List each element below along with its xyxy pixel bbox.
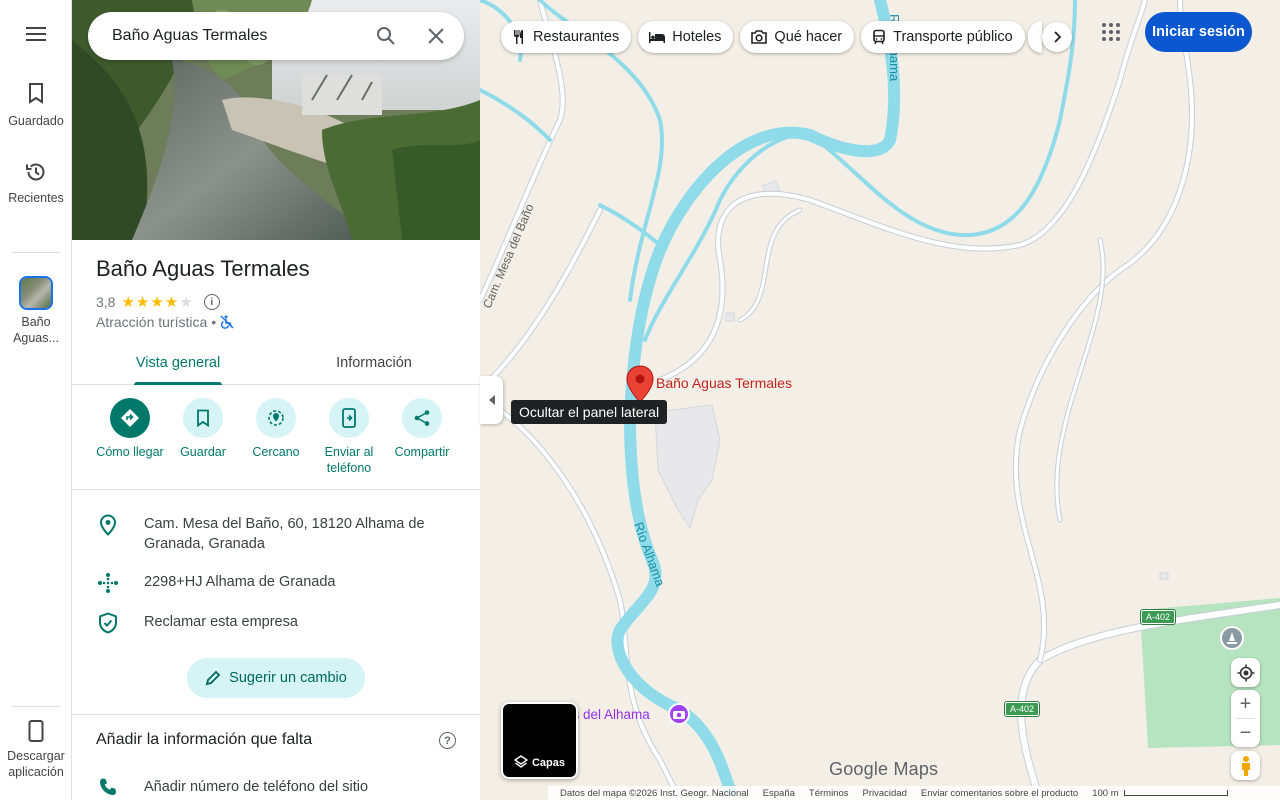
chip-restaurants[interactable]: Restaurantes	[501, 21, 632, 53]
plus-code-row[interactable]: 2298+HJ Alhama de Granada	[72, 572, 480, 594]
nearby-button[interactable]: Cercano	[236, 398, 316, 460]
sign-in-button[interactable]: Iniciar sesión	[1145, 12, 1252, 52]
add-phone-text: Añadir número de teléfono del sitio	[144, 779, 369, 795]
terms-link[interactable]: Términos	[809, 788, 849, 799]
tooltip: Ocultar el panel lateral	[511, 400, 668, 424]
accessibility-off-icon	[220, 315, 234, 329]
tab-overview[interactable]: Vista general	[100, 340, 256, 385]
phone-call-icon	[100, 778, 116, 795]
share-icon	[414, 410, 430, 426]
tab-info[interactable]: Información	[296, 340, 452, 385]
left-rail: Guardado Recientes Baño Aguas... Descarg…	[0, 0, 72, 800]
scale-bar[interactable]: 100 m	[1092, 788, 1228, 799]
directions-button[interactable]: Cómo llegar	[90, 398, 170, 460]
poi-monument-icon[interactable]	[1220, 626, 1244, 650]
add-phone-row[interactable]: Añadir número de teléfono del sitio	[72, 777, 480, 797]
country-link[interactable]: España	[763, 788, 795, 799]
rating-row: 3,8 ★★★★★ i	[96, 293, 220, 311]
place-tabs: Vista general Información	[72, 340, 480, 385]
search-input[interactable]	[112, 27, 362, 45]
pencil-icon	[205, 670, 221, 686]
nearby-icon	[268, 410, 284, 426]
google-maps-logo: Google Maps	[829, 759, 939, 779]
hamburger-icon	[26, 27, 46, 41]
share-button[interactable]: Compartir	[382, 398, 462, 460]
collapse-panel-button[interactable]	[480, 376, 503, 424]
bookmark-icon	[29, 83, 43, 104]
chip-hotels[interactable]: Hoteles	[638, 21, 734, 53]
transit-icon	[873, 29, 885, 45]
rail-divider	[12, 706, 60, 707]
save-button[interactable]: Guardar	[163, 398, 243, 460]
scale-bar-line	[1123, 790, 1228, 796]
zoom-in-button[interactable]: +	[1231, 690, 1260, 718]
menu-button[interactable]	[0, 26, 72, 42]
action-buttons: Cómo llegar Guardar Cercano Enviar al te…	[72, 398, 480, 490]
category-chips: Restaurantes Hoteles Qué hacer Transport…	[501, 21, 1025, 53]
layers-button[interactable]: Capas	[501, 702, 578, 779]
location-pin-icon	[99, 514, 117, 536]
category-row: Atracción turística •	[96, 314, 234, 330]
phone-icon	[28, 720, 44, 742]
directions-icon	[121, 409, 139, 427]
address-text: Cam. Mesa del Baño, 60, 18120 Alhama de …	[144, 516, 425, 552]
camera-icon	[751, 30, 768, 44]
missing-info-title: Añadir la información que falta	[96, 731, 313, 748]
place-category[interactable]: Atracción turística	[96, 314, 207, 330]
zoom-controls: + −	[1231, 690, 1260, 747]
place-marker-icon[interactable]	[626, 365, 654, 403]
verified-shield-icon	[99, 612, 117, 634]
rail-divider	[12, 252, 60, 253]
chips-next-button[interactable]	[1042, 22, 1072, 52]
search-box[interactable]	[88, 12, 464, 60]
address-row[interactable]: Cam. Mesa del Baño, 60, 18120 Alhama de …	[72, 514, 480, 554]
claim-business-row[interactable]: Reclamar esta empresa	[72, 612, 480, 634]
chip-transit[interactable]: Transporte público	[861, 21, 1025, 53]
search-icon[interactable]	[374, 24, 398, 48]
send-to-phone-icon	[342, 408, 356, 428]
suggest-edit-button[interactable]: Sugerir un cambio	[187, 658, 365, 698]
plus-code-icon	[98, 573, 118, 593]
hotel-icon	[649, 32, 666, 43]
recent-place-button[interactable]: Baño Aguas...	[0, 276, 72, 346]
feedback-link[interactable]: Enviar comentarios sobre el producto	[921, 788, 1078, 799]
bookmark-icon	[197, 409, 209, 427]
recent-button[interactable]: Recientes	[0, 161, 72, 206]
privacy-link[interactable]: Privacidad	[863, 788, 907, 799]
help-icon[interactable]: ?	[439, 732, 456, 749]
download-app-button[interactable]: Descargar aplicación	[0, 720, 72, 780]
chip-things-to-do[interactable]: Qué hacer	[740, 21, 855, 53]
my-location-button[interactable]	[1231, 658, 1260, 687]
poi-camera-icon[interactable]	[668, 703, 690, 725]
info-icon[interactable]: i	[203, 294, 220, 310]
road-shield: A-402	[1139, 609, 1177, 625]
street-view-button[interactable]	[1231, 751, 1260, 780]
close-icon[interactable]	[424, 24, 448, 48]
road-shield: A-402	[1003, 701, 1041, 717]
restaurant-icon	[514, 30, 523, 44]
place-thumbnail	[19, 276, 53, 310]
place-panel: Baño Aguas Termales 3,8 ★★★★★ i Atracció…	[72, 0, 480, 800]
section-divider	[72, 714, 480, 715]
pegman-icon	[1241, 755, 1250, 776]
attribution: Datos del mapa ©2026 Inst. Geogr. Nacion…	[560, 787, 749, 799]
tab-indicator	[134, 382, 222, 385]
marker-label[interactable]: Baño Aguas Termales	[656, 375, 792, 391]
chevron-right-icon	[1054, 31, 1062, 43]
zoom-out-button[interactable]: −	[1231, 719, 1260, 747]
caret-left-icon	[488, 395, 495, 405]
history-icon	[26, 163, 45, 181]
rating-stars[interactable]: ★★★★★	[121, 293, 193, 311]
section-divider	[72, 489, 480, 490]
rating-value: 3,8	[96, 294, 116, 310]
my-location-icon	[1237, 664, 1254, 681]
layers-icon	[513, 755, 528, 768]
place-title: Baño Aguas Termales	[96, 256, 310, 281]
send-to-phone-button[interactable]: Enviar al teléfono	[309, 398, 389, 476]
map-footer: Datos del mapa ©2026 Inst. Geogr. Nacion…	[548, 786, 1280, 800]
plus-code-text: 2298+HJ Alhama de Granada	[144, 574, 336, 590]
saved-button[interactable]: Guardado	[0, 82, 72, 129]
claim-business-text: Reclamar esta empresa	[144, 614, 298, 630]
apps-grid-icon[interactable]	[1099, 20, 1123, 44]
